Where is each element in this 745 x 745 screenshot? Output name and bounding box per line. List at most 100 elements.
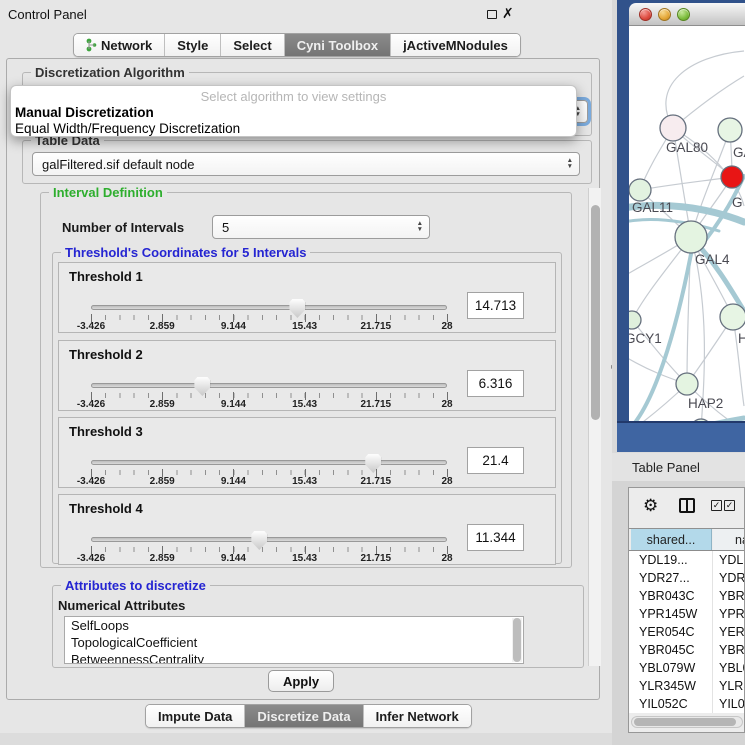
table-header-row: shared... na (629, 528, 744, 551)
tab-label: jActiveMNodules (403, 38, 508, 53)
cell-shared-name: YBR045C (639, 641, 695, 659)
cell-name: YLR3 (719, 677, 745, 695)
threshold-value-field[interactable]: 11.344 (467, 524, 524, 551)
tab-cyni-toolbox[interactable]: Cyni Toolbox (285, 34, 391, 56)
table-panel-title: Table Panel (632, 460, 700, 475)
cell-name: YBL0 (719, 659, 745, 677)
threshold-value-field[interactable]: 21.4 (467, 447, 524, 474)
number-of-intervals-label: Number of Intervals (62, 220, 184, 235)
attribute-item[interactable]: SelfLoops (65, 617, 523, 634)
threshold-panel-3: Threshold 3-3.4262.8599.14415.4321.71528… (58, 417, 556, 488)
apply-button[interactable]: Apply (268, 670, 334, 692)
threshold-slider-track[interactable] (91, 305, 447, 310)
threshold-slider-track[interactable] (91, 537, 447, 542)
number-of-intervals-combobox[interactable]: 5 ▲▼ (212, 215, 430, 239)
column-header-shared-name[interactable]: shared... (631, 529, 712, 550)
number-of-intervals-value: 5 (222, 220, 229, 235)
table-toolbar: ⚙ ✓ ✓ (629, 488, 744, 528)
table-horizontal-scrollbar[interactable] (631, 716, 743, 728)
tick-label: 2.859 (150, 476, 175, 487)
numerical-attributes-list[interactable]: SelfLoopsTopologicalCoefficientBetweenne… (64, 616, 524, 664)
tick-label: 9.144 (221, 321, 246, 332)
threshold-value-field[interactable]: 14.713 (467, 292, 524, 319)
mac-close-button[interactable] (639, 8, 652, 21)
float-window-icon[interactable] (487, 10, 497, 19)
group-title: Attributes to discretize (61, 578, 210, 593)
table-row[interactable]: YBL079WYBL0 (629, 659, 744, 677)
gear-icon[interactable]: ⚙ (643, 496, 658, 516)
node-label: H (738, 331, 745, 346)
network-node[interactable] (720, 304, 745, 330)
group-title: Discretization Algorithm (31, 65, 189, 80)
threshold-slider-track[interactable] (91, 383, 447, 388)
list-scrollbar[interactable] (512, 618, 522, 662)
tab-style[interactable]: Style (165, 34, 221, 56)
table-row[interactable]: YIL052CYIL0 (629, 695, 744, 713)
tick-label: 28 (441, 476, 452, 487)
close-icon[interactable]: ✗ (502, 5, 514, 22)
threshold-panel-2: Threshold 2-3.4262.8599.14415.4321.71528… (58, 340, 556, 411)
column-header-name[interactable]: na (713, 529, 744, 550)
tab-network[interactable]: Network (74, 34, 165, 56)
cell-name: YBR0 (719, 587, 745, 605)
tick-label: 21.715 (361, 553, 392, 564)
threshold-slider-track[interactable] (91, 460, 447, 465)
slider-minor-ticks (91, 547, 448, 552)
tab-label: Infer Network (376, 709, 459, 724)
checkbox-icon[interactable]: ✓ (724, 500, 735, 511)
slider-minor-ticks (91, 393, 448, 398)
tab-impute-data[interactable]: Impute Data (146, 705, 245, 727)
tab-jactivemnodules[interactable]: jActiveMNodules (391, 34, 520, 56)
tick-label: 28 (441, 553, 452, 564)
table-row[interactable]: YPR145WYPR1 (629, 605, 744, 623)
table-row[interactable]: YLR345WYLR3 (629, 677, 744, 695)
network-node[interactable] (629, 179, 651, 201)
network-node[interactable] (675, 221, 707, 253)
split-columns-icon[interactable] (679, 498, 695, 513)
cell-shared-name: YER054C (639, 623, 695, 641)
table-data-combobox[interactable]: galFiltered.sif default node ▲▼ (32, 152, 580, 176)
attribute-item[interactable]: TopologicalCoefficient (65, 634, 523, 651)
network-window-titlebar[interactable] (629, 3, 745, 26)
table-row[interactable]: YDL19...YDL1 (629, 551, 744, 569)
node-label: G (732, 195, 743, 210)
tab-label: Network (101, 38, 152, 53)
attribute-item[interactable]: BetweennessCentrality (65, 651, 523, 664)
table-panel-titlebar: Table Panel (612, 453, 745, 481)
tab-label: Discretize Data (257, 709, 350, 724)
tab-infer-network[interactable]: Infer Network (364, 705, 471, 727)
table-row[interactable]: YDR27...YDR2 (629, 569, 744, 587)
cell-name: YER0 (719, 623, 745, 641)
network-canvas[interactable]: GAL80GAGAL11GGAL4GCY1HHAP2 (629, 26, 745, 421)
scrollbar-thumb[interactable] (634, 718, 736, 726)
menu-item-equal-width-frequency[interactable]: Equal Width/Frequency Discretization (15, 121, 240, 136)
scrollbar-thumb[interactable] (591, 205, 600, 420)
mac-minimize-button[interactable] (658, 8, 671, 21)
network-node[interactable] (676, 373, 698, 395)
table-data-value: galFiltered.sif default node (42, 157, 194, 172)
table-row[interactable]: YBR043CYBR0 (629, 587, 744, 605)
network-node[interactable] (660, 115, 686, 141)
scrollbar-thumb[interactable] (513, 618, 521, 662)
network-node[interactable] (721, 166, 743, 188)
tick-label: 2.859 (150, 553, 175, 564)
tab-select[interactable]: Select (221, 34, 284, 56)
network-node[interactable] (629, 311, 641, 329)
mac-zoom-button[interactable] (677, 8, 690, 21)
tick-label: 15.43 (292, 399, 317, 410)
threshold-value-field[interactable]: 6.316 (467, 370, 524, 397)
tick-label: 9.144 (221, 476, 246, 487)
panel-vertical-scrollbar[interactable] (588, 188, 601, 666)
table-row[interactable]: YER054C YER0 (629, 623, 744, 641)
table-rows: YDL19...YDL1YDR27...YDR2YBR043CYBR0YPR14… (629, 551, 744, 713)
combo-arrows-icon: ▲▼ (567, 153, 573, 175)
tick-label: 15.43 (292, 476, 317, 487)
cell-shared-name: YDR27... (639, 569, 690, 587)
tick-label: 28 (441, 321, 452, 332)
table-row[interactable]: YBR045CYBR0 (629, 641, 744, 659)
menu-item-manual-discretization[interactable]: Manual Discretization (15, 105, 154, 120)
checkbox-icon[interactable]: ✓ (711, 500, 722, 511)
cell-name: YIL0 (719, 695, 745, 713)
tab-discretize-data[interactable]: Discretize Data (245, 705, 363, 727)
network-node[interactable] (718, 118, 742, 142)
